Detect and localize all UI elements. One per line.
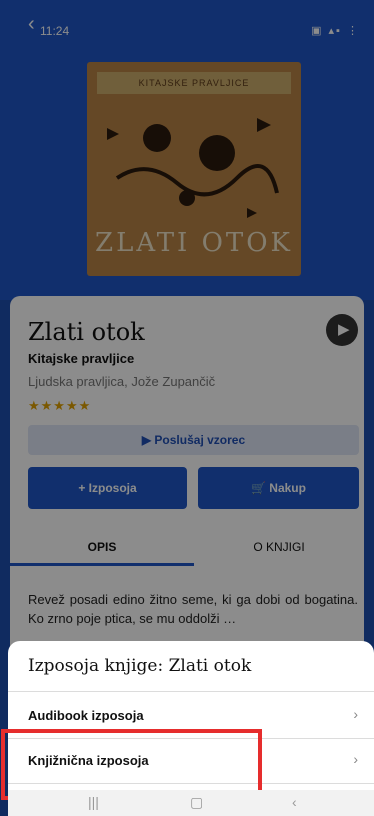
chevron-right-icon: › <box>353 751 358 767</box>
sheet-title: Izposoja knjige: Zlati otok <box>28 656 252 676</box>
divider <box>8 691 374 692</box>
system-nav-bar: ||| ▢ ‹ <box>8 790 374 816</box>
audiobook-borrow-label: Audibook izposoja <box>28 708 144 723</box>
back-icon[interactable]: ‹ <box>292 794 297 810</box>
chevron-right-icon: › <box>353 706 358 722</box>
home-icon[interactable]: ▢ <box>190 794 203 811</box>
recent-apps-icon[interactable]: ||| <box>88 794 99 810</box>
